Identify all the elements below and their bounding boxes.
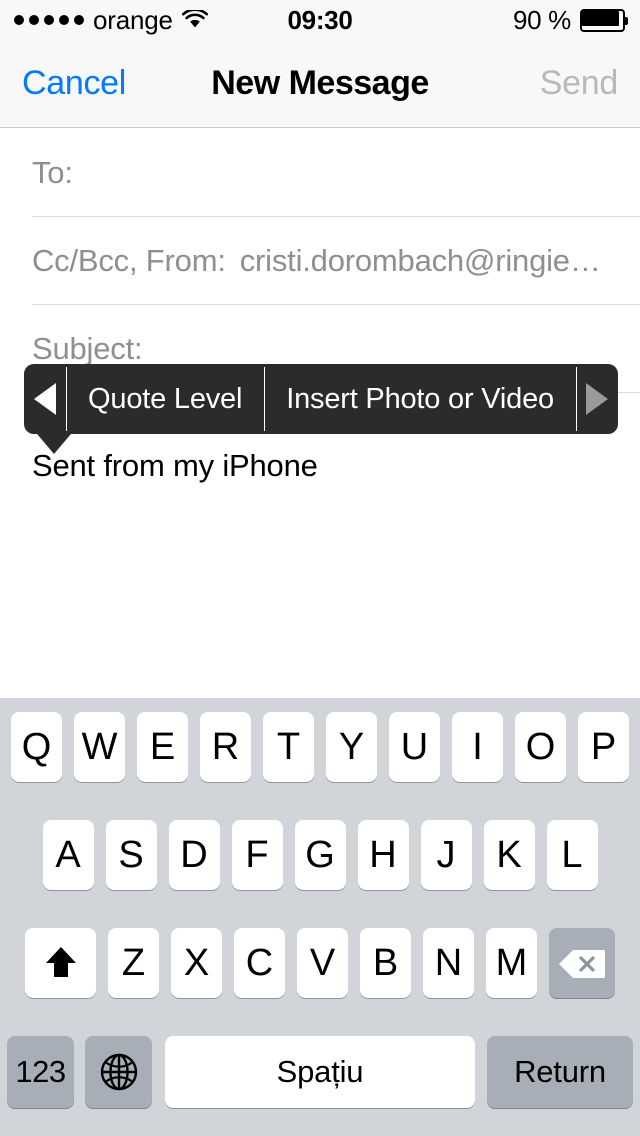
numbers-key[interactable]: 123 [7, 1036, 74, 1108]
key-n[interactable]: N [423, 928, 474, 998]
key-v[interactable]: V [297, 928, 348, 998]
iphone-screen: orange 09:30 90 % Cancel New Message Sen… [0, 0, 640, 1136]
key-i[interactable]: I [452, 712, 503, 782]
space-key[interactable]: Spațiu [165, 1036, 475, 1108]
battery-percent-label: 90 % [512, 4, 571, 35]
key-y[interactable]: Y [326, 712, 377, 782]
status-bar-right: 90 % [513, 0, 628, 40]
menu-previous-button[interactable] [24, 364, 66, 434]
navigation-bar: Cancel New Message Send [0, 40, 640, 128]
shift-key[interactable] [25, 928, 96, 998]
menu-item-insert-photo-or-video[interactable]: Insert Photo or Video [264, 364, 576, 434]
subject-field-label: Subject: [32, 330, 143, 366]
to-field[interactable]: To: [32, 129, 640, 217]
key-p[interactable]: P [578, 712, 629, 782]
key-h[interactable]: H [357, 820, 409, 890]
key-u[interactable]: U [389, 712, 440, 782]
menu-item-quote-level[interactable]: Quote Level [66, 364, 264, 434]
keyboard-row-2: ASDFGHJKL [0, 820, 640, 890]
message-body-text: Sent from my iPhone [32, 448, 318, 483]
key-f[interactable]: F [231, 820, 283, 890]
battery-icon [580, 8, 628, 32]
keyboard-row-3-letters: ZXCVBNM [108, 928, 537, 998]
triangle-left-icon [34, 383, 57, 415]
key-e[interactable]: E [137, 712, 188, 782]
key-b[interactable]: B [360, 928, 411, 998]
keyboard-row-3: ZXCVBNM [0, 928, 640, 998]
key-t[interactable]: T [263, 712, 314, 782]
shift-arrow-icon [44, 944, 78, 982]
key-k[interactable]: K [483, 820, 535, 890]
send-button[interactable]: Send [540, 64, 619, 103]
cc-bcc-from-label: Cc/Bcc, From: [32, 242, 226, 278]
key-d[interactable]: D [168, 820, 220, 890]
key-x[interactable]: X [171, 928, 222, 998]
key-w[interactable]: W [74, 712, 125, 782]
keyboard-row-1: QWERTYUIOP [0, 712, 640, 782]
key-q[interactable]: Q [11, 712, 62, 782]
globe-icon [98, 1051, 140, 1093]
to-field-label: To: [32, 154, 73, 190]
status-bar: orange 09:30 90 % [0, 0, 640, 40]
from-address-value: cristi.dorombach@ringie… [239, 242, 601, 278]
globe-key[interactable] [85, 1036, 152, 1108]
key-l[interactable]: L [546, 820, 598, 890]
key-s[interactable]: S [105, 820, 157, 890]
edit-context-menu: Quote Level Insert Photo or Video [24, 364, 618, 434]
key-g[interactable]: G [294, 820, 346, 890]
key-z[interactable]: Z [108, 928, 159, 998]
key-o[interactable]: O [515, 712, 566, 782]
onscreen-keyboard: QWERTYUIOP ASDFGHJKL ZXCVBNM 123 Spațiu … [0, 698, 640, 1136]
key-a[interactable]: A [42, 820, 94, 890]
cc-bcc-from-field[interactable]: Cc/Bcc, From: cristi.dorombach@ringie… [32, 217, 640, 305]
triangle-right-icon [585, 383, 608, 415]
backspace-icon [559, 947, 607, 979]
key-m[interactable]: M [486, 928, 537, 998]
return-key[interactable]: Return [487, 1036, 633, 1108]
key-c[interactable]: C [234, 928, 285, 998]
delete-key[interactable] [549, 928, 615, 998]
key-r[interactable]: R [200, 712, 251, 782]
menu-next-button[interactable] [575, 364, 618, 434]
key-j[interactable]: J [420, 820, 472, 890]
